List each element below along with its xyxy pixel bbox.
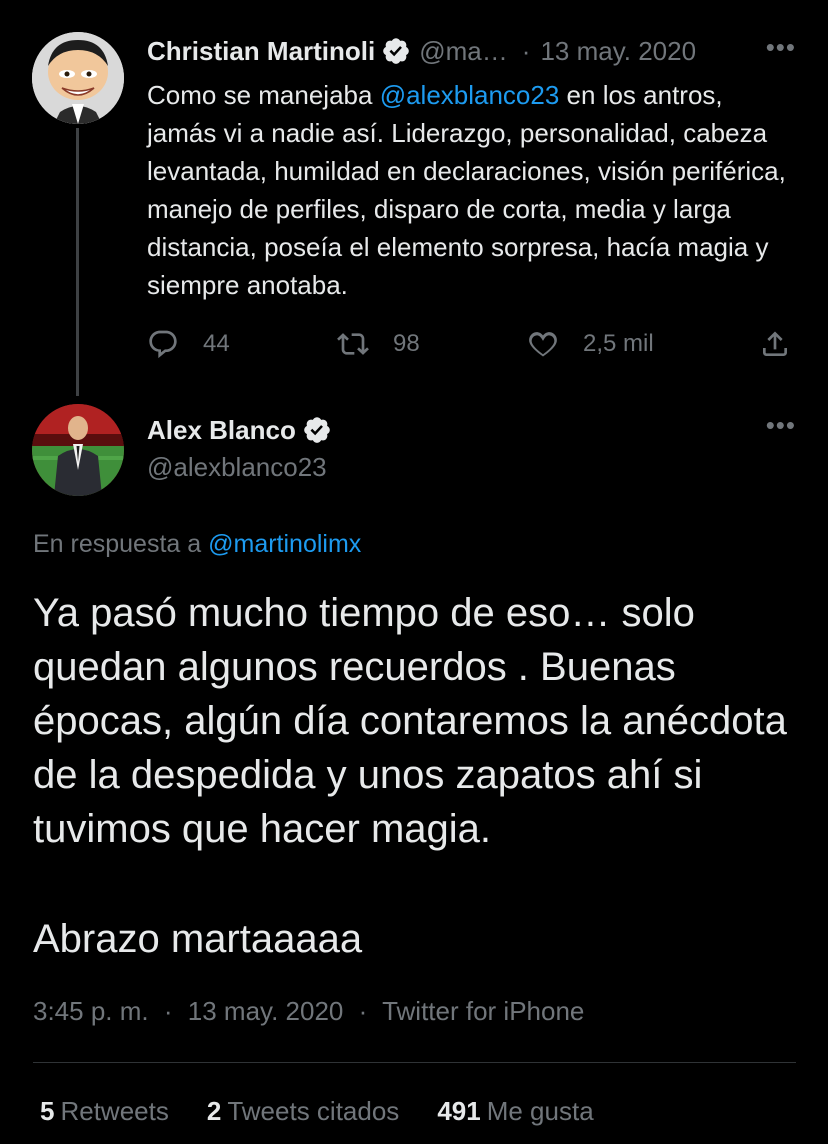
avatar-alex-blanco[interactable]	[32, 404, 124, 496]
tweet-actions: 44 98 2,5 mil	[147, 322, 797, 366]
separator-dot: ·	[163, 996, 173, 1026]
tweet-time[interactable]: 3:45 p. m.	[33, 996, 149, 1026]
reply-author-handle[interactable]: @alexblanco23	[147, 452, 327, 483]
likes-label: Me gusta	[486, 1096, 594, 1126]
reply-author: Alex Blanco	[147, 410, 340, 450]
mention-link[interactable]: @alexblanco23	[380, 80, 560, 110]
reply-context: En respuesta a @martinolimx	[33, 530, 361, 559]
reply-tweet-text: Ya pasó mucho tiempo de eso… solo quedan…	[33, 591, 787, 851]
verified-badge-icon	[302, 415, 332, 445]
more-options-icon[interactable]: •••	[766, 32, 796, 63]
retweets-stat[interactable]: 5 Retweets	[40, 1096, 169, 1127]
tweet-date[interactable]: 13 may. 2020	[540, 36, 696, 67]
quote-tweets-label: Tweets citados	[227, 1096, 400, 1126]
parent-tweet-header: Christian Martinoli @ma… · 13 may. 2020	[147, 33, 696, 69]
reply-prefix: En respuesta a	[33, 530, 209, 558]
parent-tweet-text: Como se manejaba @alexblanco23 en los an…	[147, 76, 787, 304]
tweet-text-start: Como se manejaba	[147, 80, 380, 110]
reply-count: 44	[203, 330, 230, 357]
separator-dot: ·	[358, 996, 368, 1026]
quote-tweets-count: 2	[206, 1096, 222, 1126]
likes-count: 491	[437, 1096, 481, 1126]
tweet-metadata: 3:45 p. m. · 13 may. 2020 · Twitter for …	[33, 996, 584, 1027]
author-handle[interactable]: @ma…	[419, 36, 508, 67]
reply-author-name[interactable]: Alex Blanco	[147, 415, 296, 446]
like-button[interactable]: 2,5 mil	[527, 322, 654, 366]
thread-line	[76, 128, 79, 396]
share-icon	[763, 331, 787, 356]
reply-button[interactable]: 44	[147, 322, 230, 366]
like-icon	[529, 332, 557, 357]
retweet-icon	[337, 333, 369, 355]
quote-tweets-stat[interactable]: 2 Tweets citados	[207, 1096, 399, 1127]
tweet-source[interactable]: Twitter for iPhone	[382, 996, 584, 1026]
verified-badge-icon	[381, 36, 411, 66]
reply-mention-link[interactable]: @martinolimx	[208, 530, 361, 558]
more-options-icon[interactable]: •••	[766, 410, 796, 441]
author-name[interactable]: Christian Martinoli	[147, 36, 375, 67]
divider	[33, 1062, 796, 1063]
likes-stat[interactable]: 491 Me gusta	[437, 1096, 593, 1127]
reply-icon	[149, 330, 177, 359]
share-button[interactable]	[759, 322, 791, 366]
retweet-count: 98	[393, 330, 420, 357]
retweet-button[interactable]: 98	[337, 322, 420, 366]
retweets-count: 5	[40, 1096, 55, 1126]
reply-tweet-text-line2: Abrazo martaaaaa	[33, 917, 363, 961]
avatar-christian-martinoli[interactable]	[32, 32, 124, 124]
engagement-stats: 5 Retweets 2 Tweets citados 491 Me gusta	[40, 1096, 632, 1127]
tweet-date[interactable]: 13 may. 2020	[188, 996, 344, 1026]
tweet-text-end: en los antros, jamás vi a nadie así. Lid…	[147, 80, 786, 300]
like-count: 2,5 mil	[583, 330, 654, 357]
retweets-label: Retweets	[60, 1096, 169, 1126]
separator-dot: ·	[521, 35, 531, 66]
parent-tweet[interactable]: Christian Martinoli @ma… · 13 may. 2020 …	[0, 0, 828, 400]
